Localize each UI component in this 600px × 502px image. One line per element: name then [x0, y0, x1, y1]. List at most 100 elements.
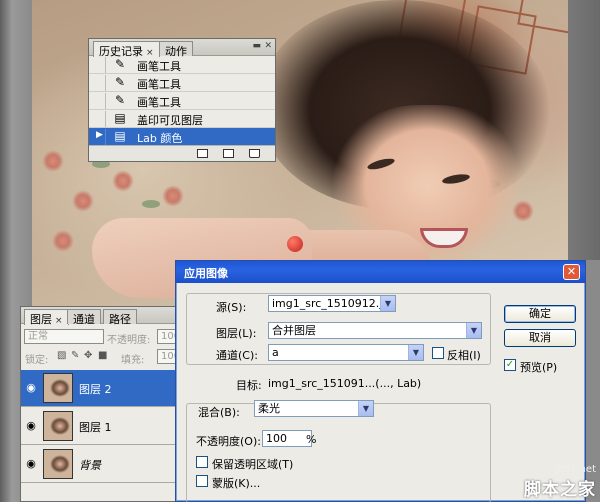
tab-layers[interactable]: 图层 × [24, 309, 69, 326]
opacity-label: 不透明度: [107, 335, 151, 346]
blending-value: 柔光 [258, 402, 280, 415]
lock-position-icon[interactable]: ✥ [84, 350, 92, 361]
layer-thumbnail [43, 449, 73, 479]
watermark-text: 脚本之家 [524, 480, 596, 500]
brush-icon: ✎ [114, 93, 126, 107]
watermark: jb51.net 脚本之家 [524, 464, 596, 500]
lock-all-icon[interactable]: ■ [98, 350, 107, 361]
create-snapshot-icon[interactable] [223, 149, 234, 158]
snapshot-source-box[interactable] [92, 93, 106, 109]
layer-label: 图层(L): [216, 327, 257, 340]
visibility-eye-icon[interactable]: ◉ [23, 380, 39, 396]
layer-row[interactable]: ◉ 图层 1 [21, 408, 175, 445]
lock-label: 锁定: [25, 355, 49, 366]
snapshot-source-box[interactable] [92, 57, 106, 73]
layer-row[interactable]: ◉ 背景 [21, 446, 175, 483]
close-icon[interactable]: ✕ [563, 264, 580, 280]
minimize-icon[interactable]: ▬ [252, 41, 261, 51]
target-label: 目标: [236, 379, 262, 392]
history-item[interactable]: ✎ 画笔工具 [89, 74, 275, 92]
layer-name: 背景 [79, 459, 101, 472]
channel-select[interactable]: a ▼ [268, 344, 424, 361]
lock-toolbar: 锁定: ▧ ✎ ✥ ■ 填充: 100 [21, 347, 180, 366]
tab-actions[interactable]: 动作 [159, 41, 193, 58]
mask-checkbox[interactable] [196, 475, 208, 487]
close-icon[interactable]: × [55, 316, 63, 326]
lock-pixels-icon[interactable]: ✎ [71, 350, 79, 361]
preview-label: 预览(P) [520, 361, 558, 374]
target-value: img1_src_151091...(..., Lab) [268, 377, 422, 390]
channel-label: 通道(C): [216, 349, 258, 362]
cancel-button[interactable]: 取消 [504, 329, 576, 347]
fill-label: 填充: [121, 355, 145, 366]
layer-thumbnail [43, 373, 73, 403]
history-item[interactable]: ✎ 画笔工具 [89, 56, 275, 74]
tab-paths[interactable]: 路径 [103, 309, 137, 326]
invert-label: 反相(I) [447, 349, 481, 362]
history-footer [89, 145, 275, 161]
chevron-down-icon: ▼ [380, 296, 395, 311]
dialog-title-bar[interactable]: 应用图像 ✕ [176, 261, 585, 283]
canvas-border-right [566, 0, 600, 260]
tab-channels[interactable]: 通道 [67, 309, 101, 326]
layer-select[interactable]: 合并图层 ▼ [268, 322, 482, 339]
channel-value: a [272, 346, 279, 359]
layer-thumbnail [43, 411, 73, 441]
invert-checkbox[interactable] [432, 347, 444, 359]
history-item-selected[interactable]: ▶ ▤ Lab 颜色 [89, 128, 275, 146]
preserve-transparency-checkbox[interactable] [196, 456, 208, 468]
pillow-leaf [142, 200, 160, 208]
history-palette[interactable]: 历史记录 × 动作 ▬ ✕ ✎ 画笔工具 ✎ 画笔工具 ✎ 画笔工具 ▤ 盖印可见… [88, 38, 276, 162]
source-select[interactable]: img1_src_1510912.jpg ▼ [268, 295, 396, 312]
opacity-input[interactable]: 100 [262, 430, 312, 447]
lab-color-icon: ▤ [114, 129, 126, 143]
close-icon[interactable]: ✕ [264, 41, 272, 51]
pillow-flower [72, 190, 94, 212]
brush-icon: ✎ [114, 75, 126, 89]
pillow-flower [42, 150, 64, 172]
opacity-label: 不透明度(O): [196, 435, 261, 448]
history-palette-tabs: 历史记录 × 动作 ▬ ✕ [89, 39, 275, 58]
source-label: 源(S): [216, 301, 247, 314]
history-state-arrow-icon[interactable]: ▶ [92, 129, 106, 145]
snapshot-source-box[interactable] [92, 75, 106, 91]
brush-icon: ✎ [114, 57, 126, 71]
history-item[interactable]: ▤ 盖印可见图层 [89, 110, 275, 128]
history-item-label: 画笔工具 [137, 96, 181, 109]
visibility-eye-icon[interactable]: ◉ [23, 456, 39, 472]
chevron-down-icon: ▼ [466, 323, 481, 338]
tab-history[interactable]: 历史记录 × [93, 41, 160, 58]
history-item-label: Lab 颜色 [137, 132, 183, 145]
lock-transparency-icon[interactable]: ▧ [57, 350, 66, 361]
stamp-visible-icon: ▤ [114, 111, 126, 125]
blending-label: 混合(B): [198, 406, 240, 419]
tab-paths-label: 路径 [109, 313, 131, 326]
new-document-from-state-icon[interactable] [197, 149, 208, 158]
cancel-button-label: 取消 [529, 331, 551, 344]
pillow-flower [52, 230, 74, 252]
visibility-eye-icon[interactable]: ◉ [23, 418, 39, 434]
chevron-down-icon: ▼ [358, 401, 373, 416]
history-item[interactable]: ✎ 画笔工具 [89, 92, 275, 110]
mask-label: 蒙版(K)... [212, 477, 261, 490]
watermark-url: jb51.net [554, 464, 596, 475]
blend-mode-value: 正常 [28, 331, 48, 342]
opacity-value: 100 [266, 432, 287, 445]
dialog-title: 应用图像 [184, 267, 228, 280]
trash-icon[interactable] [249, 149, 260, 158]
tab-layers-label: 图层 [30, 313, 52, 326]
layers-palette-tabs: 图层 × 通道 路径 [21, 307, 175, 326]
ok-button-label: 确定 [529, 307, 551, 320]
red-bead [287, 236, 303, 252]
opacity-unit: % [306, 433, 317, 446]
layer-row[interactable]: ◉ 图层 2 [21, 370, 175, 407]
blend-mode-select[interactable]: 正常 [24, 329, 104, 344]
snapshot-source-box[interactable] [92, 111, 106, 127]
preserve-transparency-label: 保留透明区域(T) [212, 458, 294, 471]
ok-button[interactable]: 确定 [504, 305, 576, 323]
layers-palette[interactable]: 图层 × 通道 路径 正常 不透明度: 100 锁定: ▧ ✎ ✥ ■ 填充: 1… [20, 306, 180, 502]
layer-value: 合并图层 [272, 324, 316, 337]
tab-channels-label: 通道 [73, 313, 95, 326]
blending-select[interactable]: 柔光 ▼ [254, 400, 374, 417]
preview-checkbox[interactable]: ✓ [504, 359, 516, 371]
